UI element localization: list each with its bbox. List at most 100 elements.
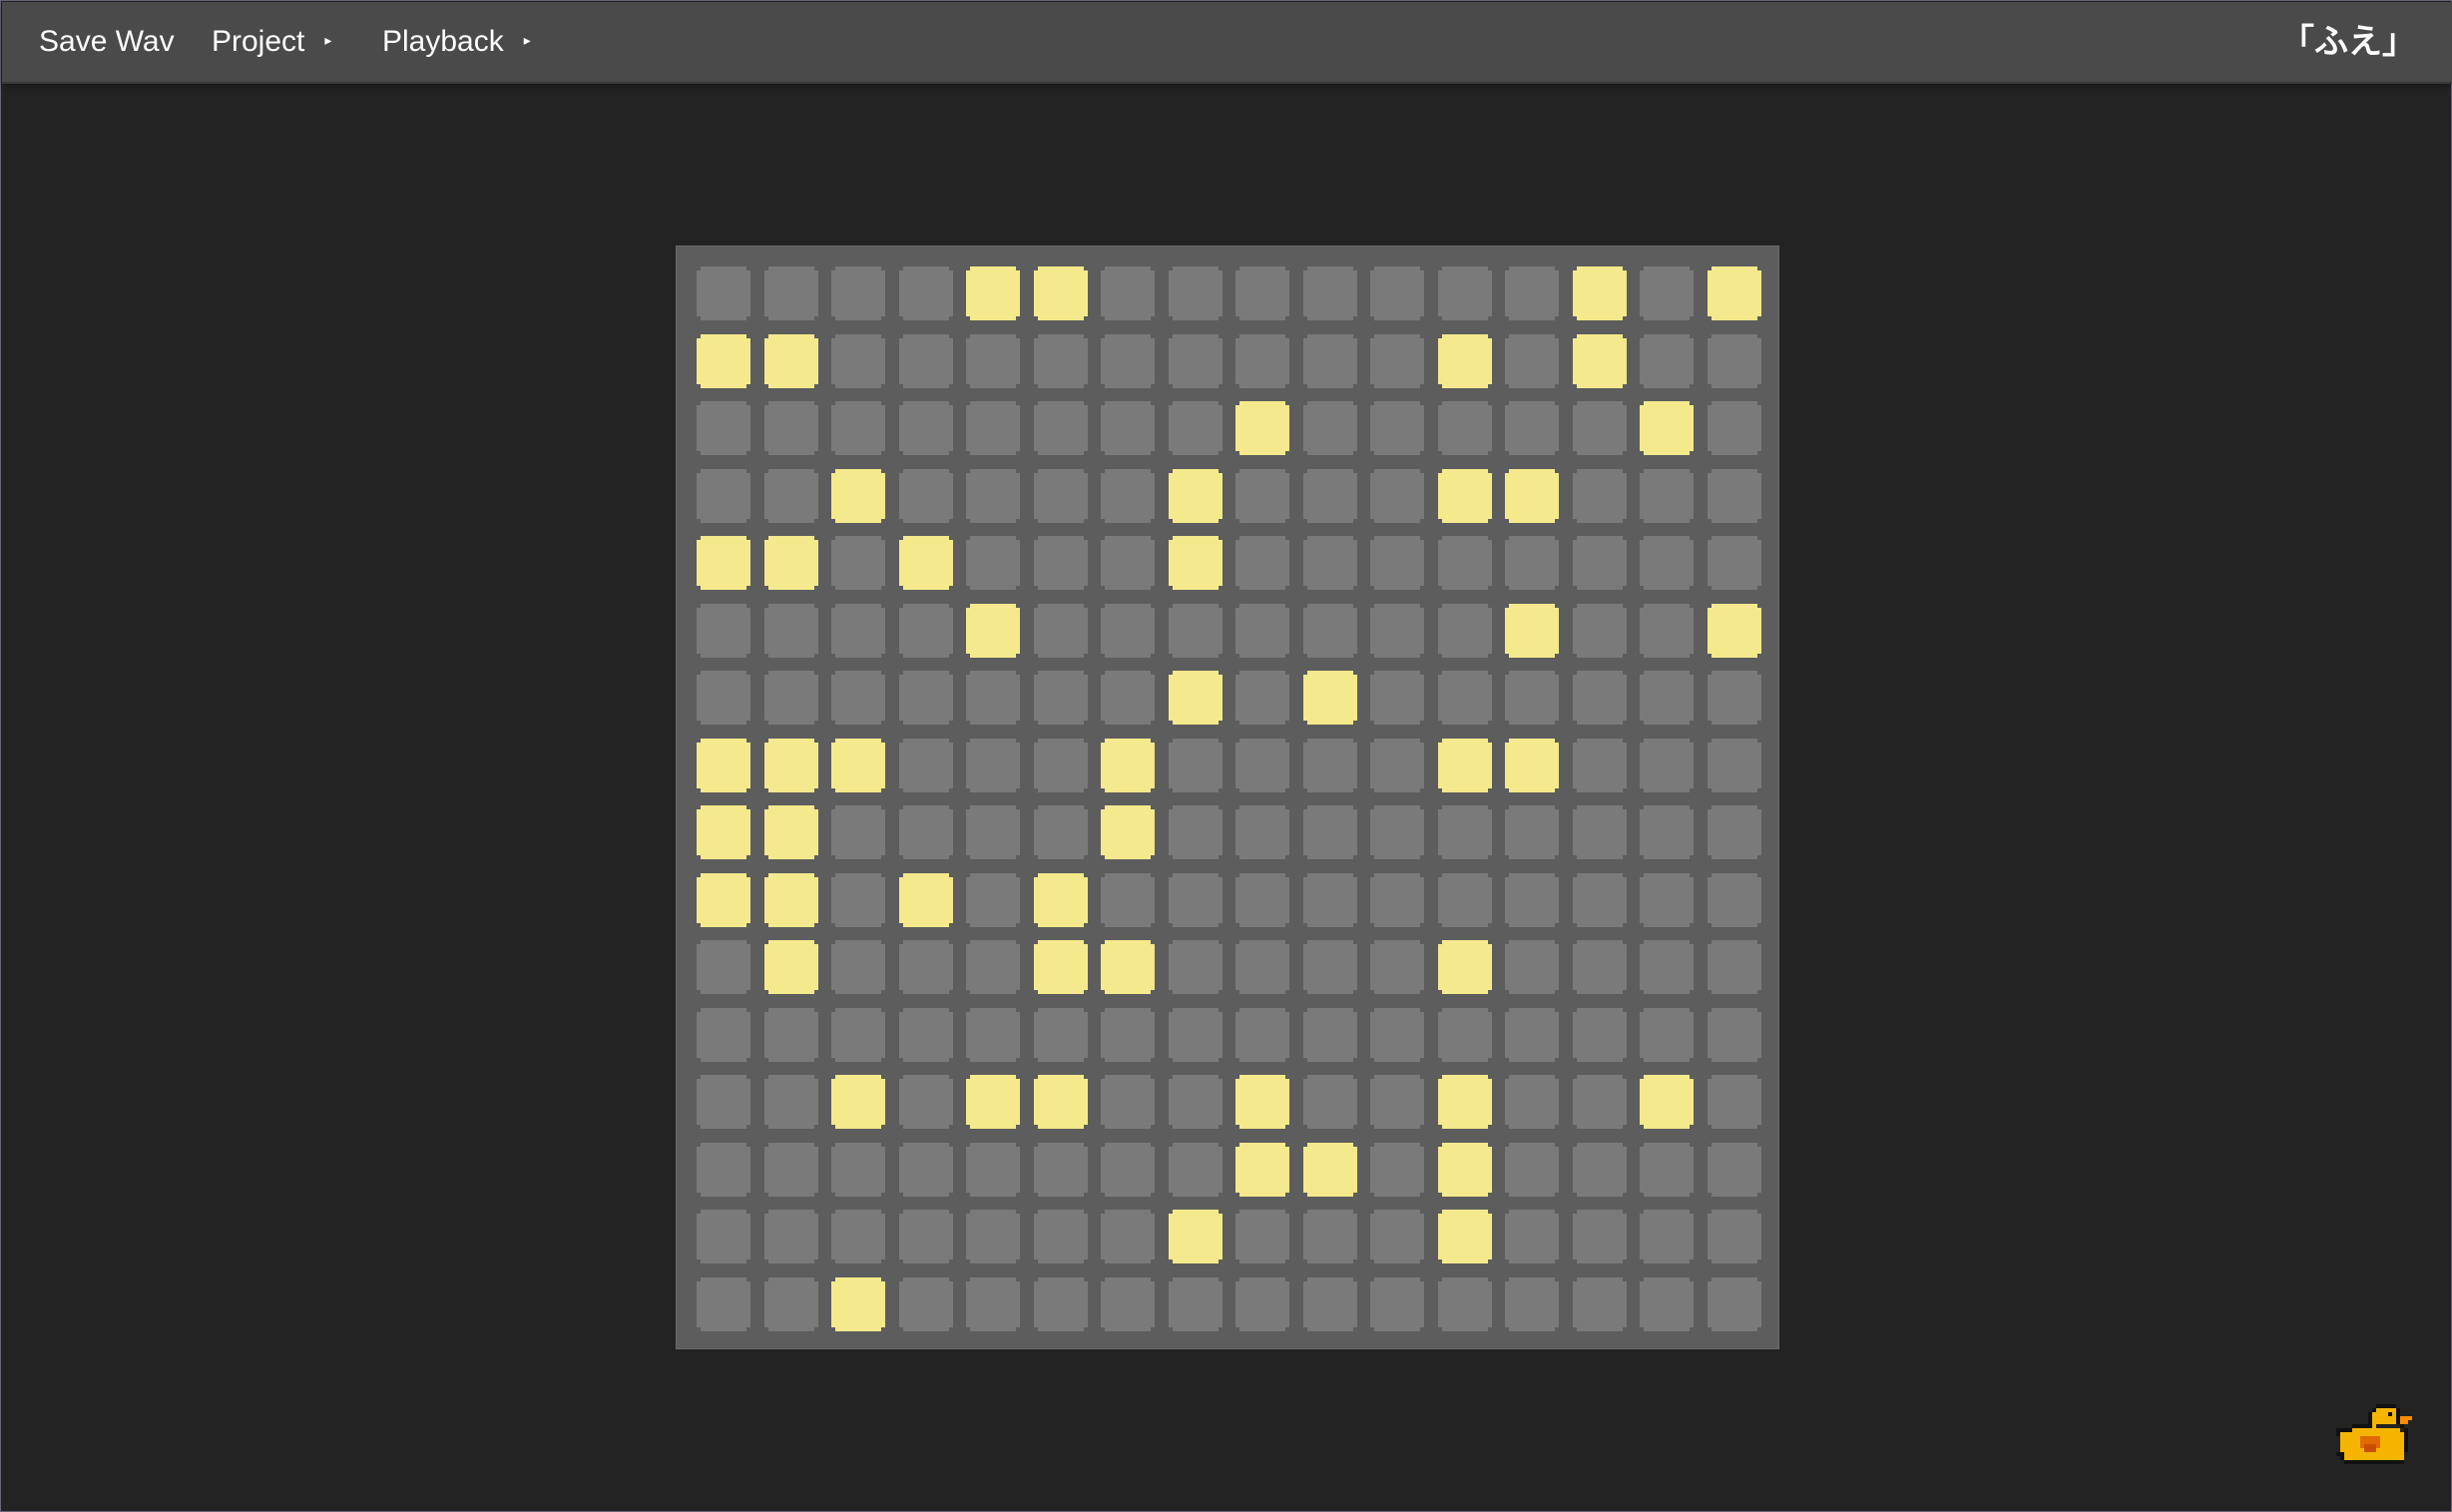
grid-cell[interactable] [899,469,953,523]
grid-cell[interactable] [831,1277,885,1331]
grid-cell[interactable] [966,1075,1020,1129]
grid-cell[interactable] [1573,401,1627,455]
grid-cell[interactable] [1034,873,1088,927]
grid-cell[interactable] [1169,469,1223,523]
grid-cell[interactable] [1235,469,1289,523]
grid-cell[interactable] [1303,536,1357,590]
grid-cell[interactable] [1640,940,1694,994]
grid-cell[interactable] [1303,1210,1357,1263]
grid-cell[interactable] [1370,604,1424,658]
grid-cell[interactable] [1573,873,1627,927]
grid-cell[interactable] [1101,536,1155,590]
grid-cell[interactable] [697,940,750,994]
grid-cell[interactable] [697,739,750,792]
grid-cell[interactable] [697,873,750,927]
grid-cell[interactable] [1573,805,1627,859]
grid-cell[interactable] [1505,1143,1559,1197]
grid-cell[interactable] [1573,1075,1627,1129]
grid-cell[interactable] [1169,873,1223,927]
grid-cell[interactable] [1505,604,1559,658]
grid-cell[interactable] [1235,873,1289,927]
grid-cell[interactable] [1101,469,1155,523]
grid-cell[interactable] [697,536,750,590]
grid-cell[interactable] [697,469,750,523]
grid-cell[interactable] [899,671,953,725]
grid-cell[interactable] [1235,536,1289,590]
grid-cell[interactable] [764,873,818,927]
grid-cell[interactable] [1235,671,1289,725]
grid-cell[interactable] [831,1210,885,1263]
grid-cell[interactable] [1370,536,1424,590]
grid-cell[interactable] [831,671,885,725]
grid-cell[interactable] [1169,334,1223,388]
grid-cell[interactable] [1235,1277,1289,1331]
grid-cell[interactable] [1169,1277,1223,1331]
grid-cell[interactable] [1101,266,1155,320]
grid-cell[interactable] [1438,805,1492,859]
grid-cell[interactable] [966,334,1020,388]
grid-cell[interactable] [764,1075,818,1129]
grid-cell[interactable] [764,266,818,320]
grid-cell[interactable] [697,604,750,658]
grid-cell[interactable] [966,805,1020,859]
grid-cell[interactable] [899,1008,953,1062]
grid-cell[interactable] [764,536,818,590]
grid-cell[interactable] [899,604,953,658]
grid-cell[interactable] [1640,604,1694,658]
grid-cell[interactable] [1640,805,1694,859]
grid-cell[interactable] [1438,873,1492,927]
grid-cell[interactable] [1505,1008,1559,1062]
grid-cell[interactable] [899,401,953,455]
grid-cell[interactable] [1573,1008,1627,1062]
grid-cell[interactable] [1303,266,1357,320]
grid-cell[interactable] [1505,536,1559,590]
grid-cell[interactable] [1101,739,1155,792]
grid-cell[interactable] [1573,604,1627,658]
grid-cell[interactable] [1303,334,1357,388]
grid-cell[interactable] [1303,805,1357,859]
grid-cell[interactable] [764,1277,818,1331]
grid-cell[interactable] [1505,671,1559,725]
grid-cell[interactable] [966,469,1020,523]
grid-cell[interactable] [1370,1210,1424,1263]
grid-cell[interactable] [764,805,818,859]
grid-cell[interactable] [764,1008,818,1062]
grid-cell[interactable] [899,1143,953,1197]
grid-cell[interactable] [1034,401,1088,455]
grid-cell[interactable] [1303,739,1357,792]
grid-cell[interactable] [1034,1143,1088,1197]
grid-cell[interactable] [899,1210,953,1263]
grid-cell[interactable] [1370,940,1424,994]
grid-cell[interactable] [1303,1277,1357,1331]
grid-cell[interactable] [1438,334,1492,388]
grid-cell[interactable] [831,940,885,994]
grid-cell[interactable] [1505,739,1559,792]
grid-cell[interactable] [697,334,750,388]
grid-cell[interactable] [1708,873,1761,927]
grid-cell[interactable] [1101,1277,1155,1331]
grid-cell[interactable] [1235,1075,1289,1129]
grid-cell[interactable] [1370,1143,1424,1197]
grid-cell[interactable] [1640,1075,1694,1129]
grid-cell[interactable] [1034,334,1088,388]
grid-cell[interactable] [697,1008,750,1062]
grid-cell[interactable] [1101,1210,1155,1263]
grid-cell[interactable] [1708,469,1761,523]
grid-cell[interactable] [1708,1075,1761,1129]
grid-cell[interactable] [1505,469,1559,523]
grid-cell[interactable] [1573,266,1627,320]
grid-cell[interactable] [1640,266,1694,320]
grid-cell[interactable] [1708,266,1761,320]
grid-cell[interactable] [1640,1210,1694,1263]
grid-cell[interactable] [1708,671,1761,725]
grid-cell[interactable] [697,1210,750,1263]
grid-cell[interactable] [697,1143,750,1197]
grid-cell[interactable] [1303,401,1357,455]
grid-cell[interactable] [966,940,1020,994]
grid-cell[interactable] [1370,805,1424,859]
grid-cell[interactable] [1034,1277,1088,1331]
grid-cell[interactable] [1101,805,1155,859]
grid-cell[interactable] [1640,401,1694,455]
grid-cell[interactable] [831,536,885,590]
grid-cell[interactable] [1505,334,1559,388]
